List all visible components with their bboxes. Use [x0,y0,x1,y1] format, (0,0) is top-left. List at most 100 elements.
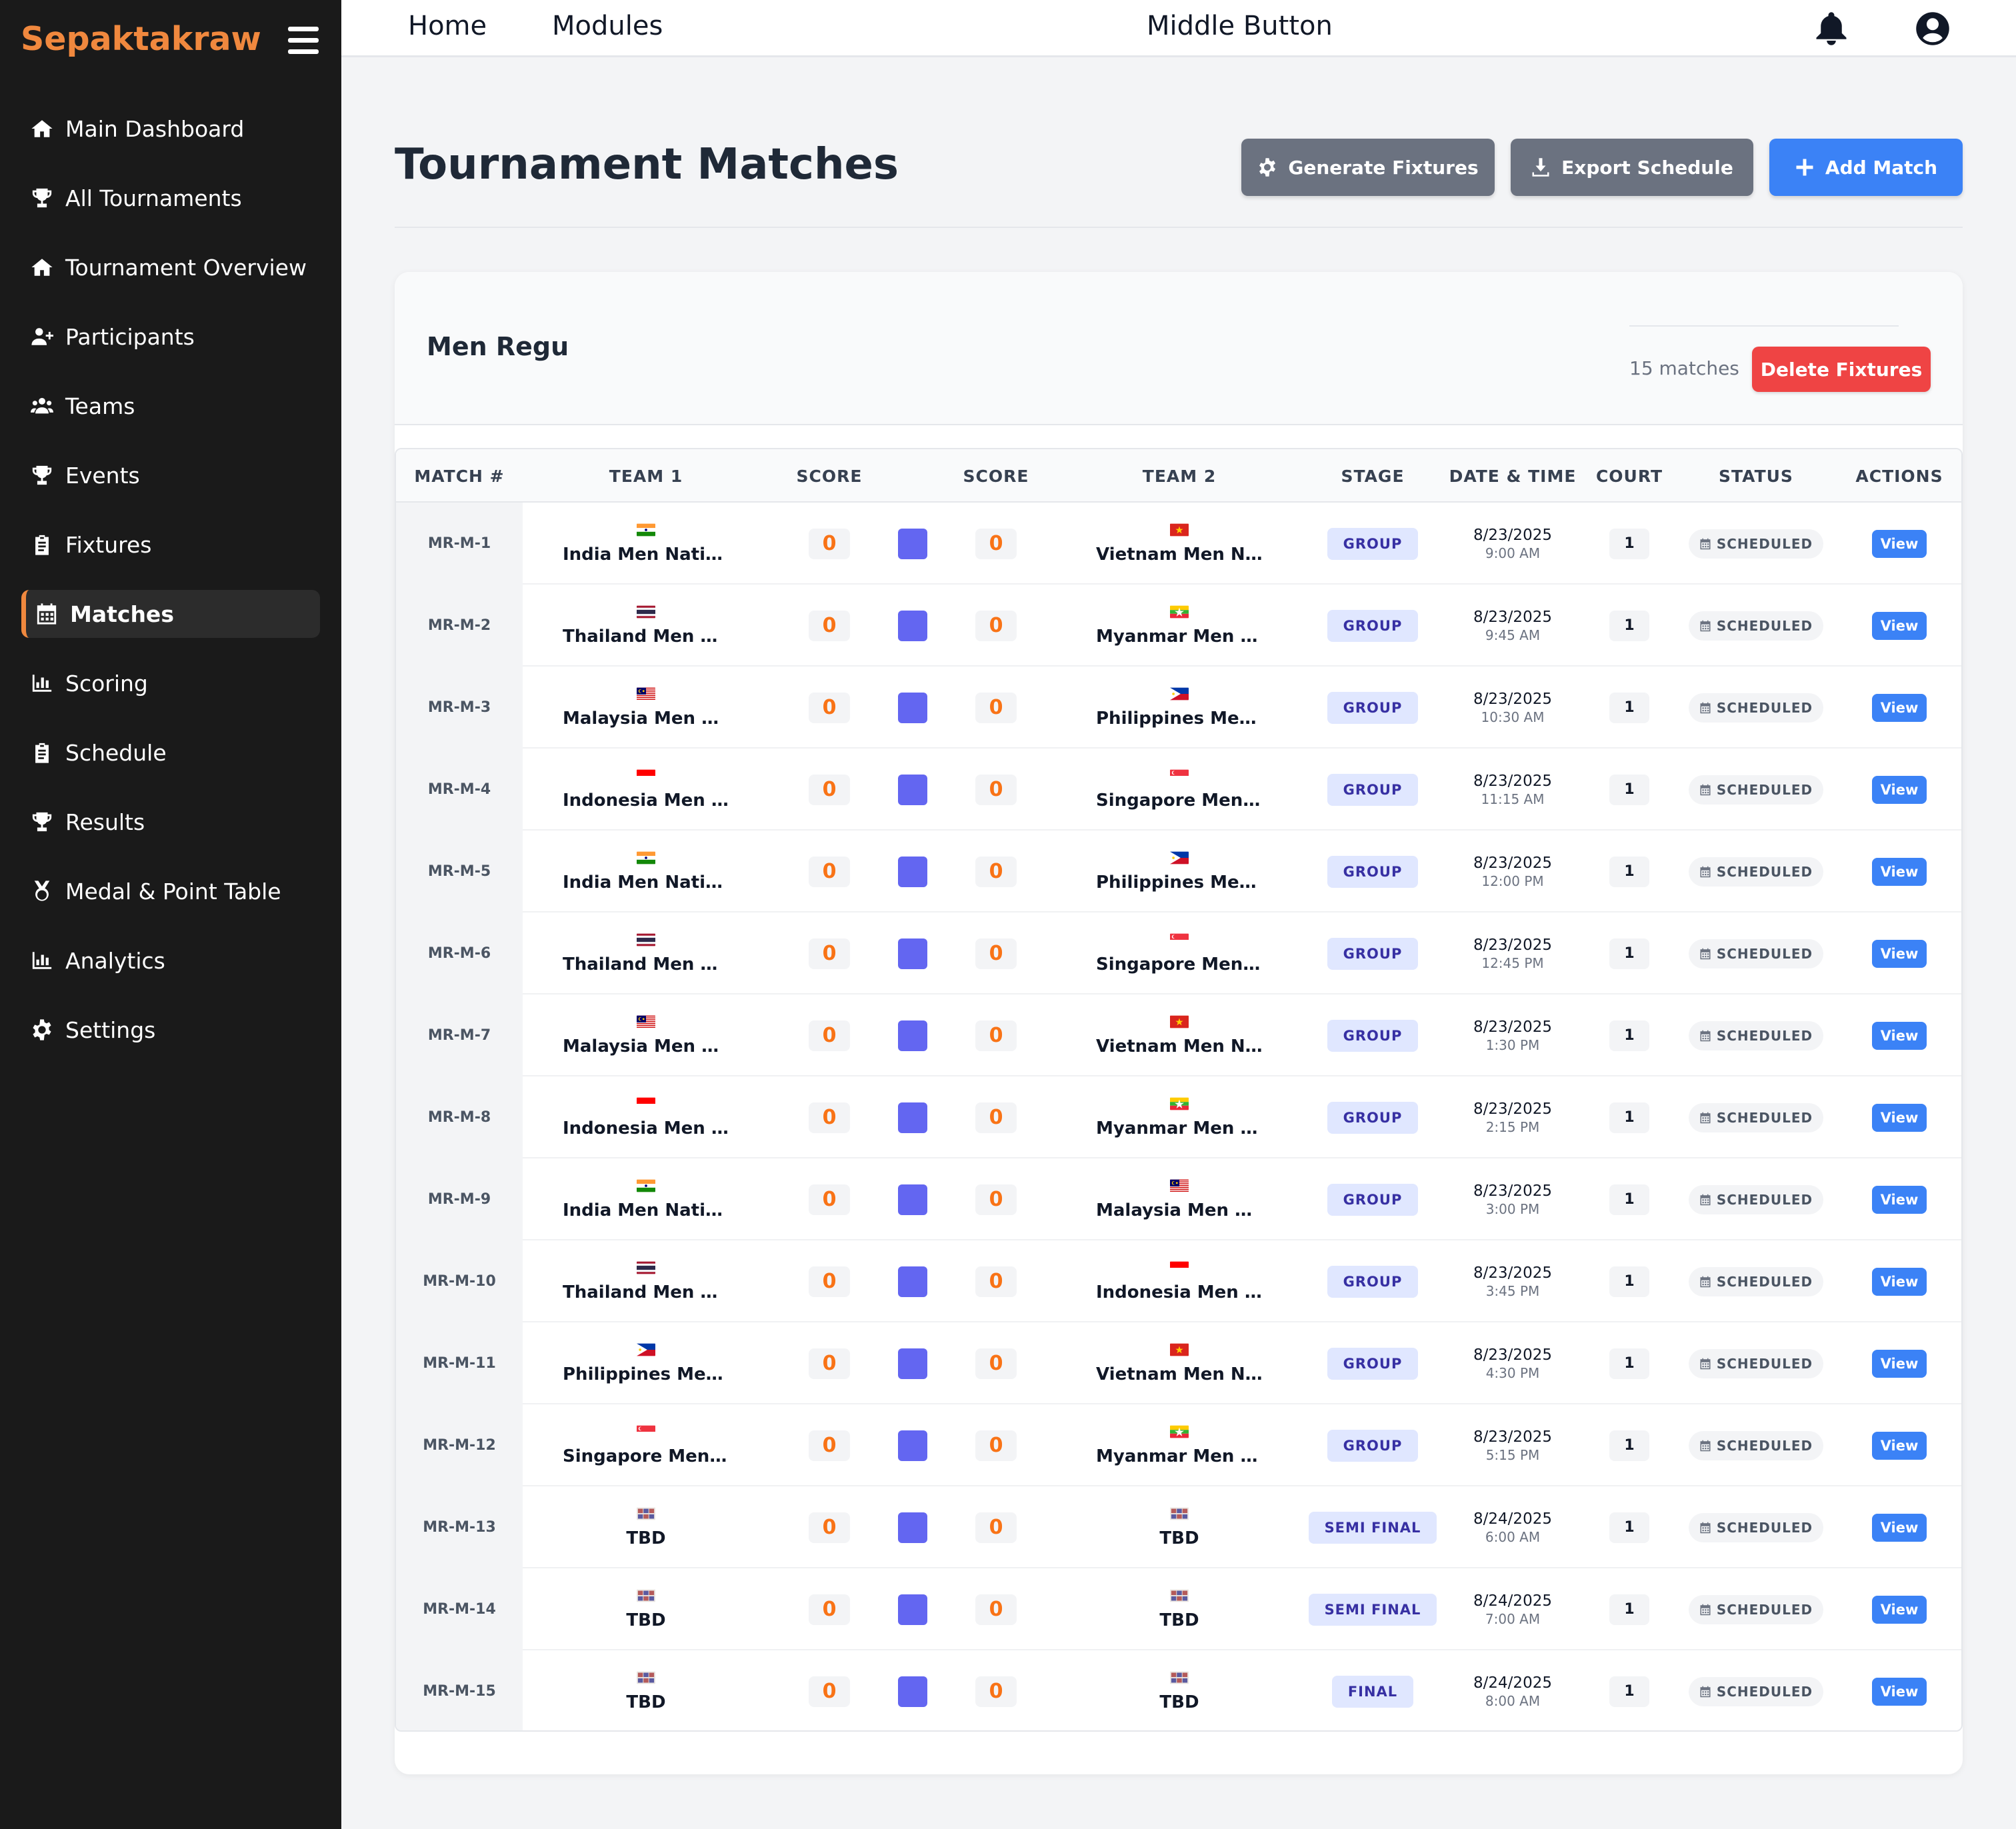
team2-score[interactable]: 0 [975,1512,1017,1543]
team2-score[interactable]: 0 [975,1102,1017,1133]
view-button[interactable]: View [1872,939,1927,968]
hamburger-menu-icon[interactable] [288,27,319,56]
view-button[interactable]: View [1872,857,1927,886]
header-team2[interactable]: TEAM 2 [1056,449,1303,503]
team2-score[interactable]: 0 [975,938,1017,969]
table-row[interactable]: MR-M-12 Singapore Men N... 0 0 Myanmar Men N… [396,1404,1961,1486]
team2-score[interactable]: 0 [975,1348,1017,1379]
view-button[interactable]: View [1872,693,1927,722]
table-row[interactable]: MR-M-10 Thailand Men Nat... 0 0 Indonesia Me… [396,1240,1961,1322]
user-circle-icon[interactable] [1915,11,1951,47]
add-match-button[interactable]: Add Match [1769,139,1963,196]
header-team1[interactable]: TEAM 1 [523,449,769,503]
view-button[interactable]: View [1872,1677,1927,1706]
header-score1[interactable]: SCORE [769,449,889,503]
team1-score[interactable]: 0 [809,1430,850,1461]
header-score2[interactable]: SCORE [936,449,1056,503]
match-toggle-square[interactable] [898,610,927,641]
match-toggle-square[interactable] [898,856,927,887]
sidebar-item-all-tournaments[interactable]: All Tournaments [21,174,320,222]
sidebar-item-participants[interactable]: Participants [21,313,320,361]
team2-score[interactable]: 0 [975,610,1017,641]
team1-score[interactable]: 0 [809,1184,850,1215]
delete-fixtures-button[interactable]: Delete Fixtures [1752,347,1931,392]
table-row[interactable]: MR-M-8 Indonesia Men Na... 0 0 Myanmar Men N… [396,1076,1961,1158]
view-button[interactable]: View [1872,1595,1927,1624]
team1-score[interactable]: 0 [809,528,850,559]
brand-logo[interactable]: Sepaktakraw [21,20,261,58]
view-button[interactable]: View [1872,1103,1927,1132]
table-row[interactable]: MR-M-7 Malaysia Men Nat... 0 0 Vietnam Men N… [396,994,1961,1076]
table-row[interactable]: MR-M-1 India Men Nation... 0 0 Vietnam Men N… [396,503,1961,585]
team2-score[interactable]: 0 [975,1266,1017,1297]
team1-score[interactable]: 0 [809,1102,850,1133]
sidebar-item-fixtures[interactable]: Fixtures [21,521,320,569]
nav-home-link[interactable]: Home [408,11,487,41]
sidebar-item-scoring[interactable]: Scoring [21,659,320,707]
view-button[interactable]: View [1872,1513,1927,1542]
table-row[interactable]: MR-M-14 TBD 0 0 TBD SEMI FINAL 8/24/2025 7:00 A… [396,1568,1961,1650]
view-button[interactable]: View [1872,1185,1927,1214]
header-match[interactable]: MATCH # [396,449,523,503]
team1-score[interactable]: 0 [809,1348,850,1379]
table-row[interactable]: MR-M-15 TBD 0 0 TBD FINAL 8/24/2025 8:00 AM 1 SCH… [396,1650,1961,1730]
match-toggle-square[interactable] [898,1102,927,1133]
view-button[interactable]: View [1872,775,1927,804]
view-button[interactable]: View [1872,1021,1927,1050]
team1-score[interactable]: 0 [809,1020,850,1051]
sidebar-item-medal-point-table[interactable]: Medal & Point Table [21,867,320,915]
view-button[interactable]: View [1872,1267,1927,1296]
match-toggle-square[interactable] [898,692,927,723]
match-toggle-square[interactable] [898,1020,927,1051]
header-court[interactable]: COURT [1583,449,1676,503]
header-datetime[interactable]: DATE & TIME [1443,449,1583,503]
team2-score[interactable]: 0 [975,528,1017,559]
middle-button[interactable]: Middle Button [1147,11,1333,41]
table-row[interactable]: MR-M-6 Thailand Men Nat... 0 0 Singapore Men… [396,913,1961,994]
header-status[interactable]: STATUS [1676,449,1836,503]
match-toggle-square[interactable] [898,938,927,969]
sidebar-item-schedule[interactable]: Schedule [21,729,320,777]
export-schedule-button[interactable]: Export Schedule [1511,139,1753,196]
sidebar-item-teams[interactable]: Teams [21,382,320,430]
team1-score[interactable]: 0 [809,774,850,805]
sidebar-item-main-dashboard[interactable]: Main Dashboard [21,105,320,153]
nav-modules-link[interactable]: Modules [552,11,663,41]
team2-score[interactable]: 0 [975,1430,1017,1461]
team2-score[interactable]: 0 [975,774,1017,805]
table-row[interactable]: MR-M-13 TBD 0 0 TBD SEMI FINAL 8/24/2025 6:00 A… [396,1486,1961,1568]
view-button[interactable]: View [1872,1431,1927,1460]
header-stage[interactable]: STAGE [1303,449,1443,503]
match-toggle-square[interactable] [898,1430,927,1461]
team1-score[interactable]: 0 [809,1512,850,1543]
match-toggle-square[interactable] [898,1512,927,1543]
view-button[interactable]: View [1872,1349,1927,1378]
team2-score[interactable]: 0 [975,856,1017,887]
match-toggle-square[interactable] [898,1184,927,1215]
table-row[interactable]: MR-M-9 India Men Nation... 0 0 Malaysia Men … [396,1158,1961,1240]
team2-score[interactable]: 0 [975,1020,1017,1051]
sidebar-item-tournament-overview[interactable]: Tournament Overview [21,243,320,291]
team2-score[interactable]: 0 [975,1184,1017,1215]
match-toggle-square[interactable] [898,528,927,559]
team1-score[interactable]: 0 [809,856,850,887]
team2-score[interactable]: 0 [975,1676,1017,1707]
team1-score[interactable]: 0 [809,692,850,723]
match-toggle-square[interactable] [898,1594,927,1625]
sidebar-item-events[interactable]: Events [21,451,320,499]
team2-score[interactable]: 0 [975,692,1017,723]
sidebar-item-matches[interactable]: Matches [21,590,320,638]
table-row[interactable]: MR-M-4 Indonesia Men Na... 0 0 Singapore Men… [396,749,1961,831]
match-toggle-square[interactable] [898,1348,927,1379]
view-button[interactable]: View [1872,611,1927,640]
view-button[interactable]: View [1872,529,1927,558]
table-row[interactable]: MR-M-5 India Men Nation... 0 0 Philippines M… [396,831,1961,913]
table-row[interactable]: MR-M-2 Thailand Men Nat... 0 0 Myanmar Men N… [396,585,1961,667]
match-toggle-square[interactable] [898,1676,927,1707]
table-row[interactable]: MR-M-3 Malaysia Men Nat... 0 0 Philippines M… [396,667,1961,749]
team1-score[interactable]: 0 [809,938,850,969]
bell-icon[interactable] [1813,11,1849,47]
team1-score[interactable]: 0 [809,610,850,641]
match-toggle-square[interactable] [898,1266,927,1297]
generate-fixtures-button[interactable]: Generate Fixtures [1241,139,1495,196]
